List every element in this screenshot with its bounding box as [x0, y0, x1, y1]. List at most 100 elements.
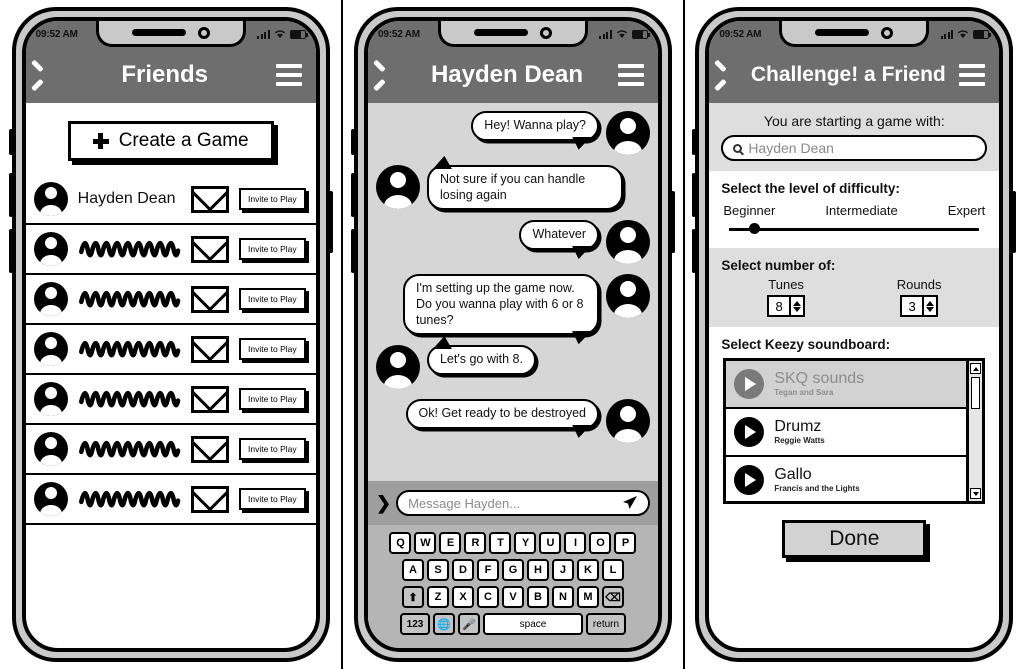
scroll-up-arrow-icon[interactable] — [970, 363, 982, 374]
key-z[interactable]: Z — [426, 586, 449, 608]
power-button[interactable] — [1012, 191, 1017, 253]
scrollbar-thumb[interactable] — [971, 377, 981, 409]
mute-switch[interactable] — [350, 129, 355, 155]
return-key[interactable]: return — [585, 613, 626, 635]
key-w[interactable]: W — [414, 532, 437, 554]
volume-down-button[interactable] — [350, 229, 355, 273]
key-e[interactable]: E — [439, 532, 462, 554]
stepper-arrows[interactable] — [922, 297, 936, 315]
friend-row[interactable]: Invite to Play — [25, 425, 316, 475]
key-i[interactable]: I — [564, 532, 587, 554]
friend-row[interactable]: Hayden Dean Invite to Play — [25, 175, 316, 225]
key-h[interactable]: H — [526, 559, 549, 581]
key-c[interactable]: C — [476, 586, 499, 608]
hamburger-menu-icon[interactable] — [617, 64, 644, 86]
invite-to-play-button[interactable]: Invite to Play — [238, 188, 306, 210]
stepper-control[interactable]: 3 — [900, 295, 939, 317]
create-game-button[interactable]: Create a Game — [67, 121, 274, 161]
envelope-icon[interactable] — [190, 385, 229, 413]
soundboard-scrollbar[interactable] — [966, 361, 983, 501]
soundboard-item[interactable]: Drumz Reggie Watts — [726, 409, 967, 457]
backspace-icon[interactable]: ⌫ — [601, 586, 624, 608]
invite-to-play-button[interactable]: Invite to Play — [238, 238, 306, 260]
envelope-icon[interactable] — [190, 235, 229, 263]
play-circle-icon[interactable] — [734, 417, 765, 447]
message-input[interactable]: Message Hayden... — [396, 490, 650, 516]
opponent-search-input[interactable]: Hayden Dean — [721, 135, 988, 161]
key-r[interactable]: R — [464, 532, 487, 554]
chevron-right-icon[interactable]: ❯ — [376, 494, 391, 512]
difficulty-slider[interactable] — [729, 220, 980, 238]
power-button[interactable] — [670, 191, 675, 253]
key-u[interactable]: U — [539, 532, 562, 554]
friend-row[interactable]: Invite to Play — [25, 225, 316, 275]
volume-down-button[interactable] — [692, 229, 697, 273]
play-circle-icon[interactable] — [734, 465, 765, 495]
friend-row[interactable]: Invite to Play — [25, 475, 316, 525]
key-b[interactable]: B — [526, 586, 549, 608]
friend-row[interactable]: Invite to Play — [25, 275, 316, 325]
power-button[interactable] — [328, 191, 333, 253]
arrow-down-icon[interactable] — [926, 306, 935, 312]
key-x[interactable]: X — [451, 586, 474, 608]
slider-thumb[interactable] — [749, 223, 761, 234]
stepper-arrows[interactable] — [789, 297, 803, 315]
arrow-down-icon[interactable] — [793, 306, 802, 312]
play-circle-icon[interactable] — [734, 369, 765, 399]
arrow-up-icon[interactable] — [926, 300, 935, 306]
numbers-key[interactable]: 123 — [399, 613, 430, 635]
mute-switch[interactable] — [8, 129, 13, 155]
key-o[interactable]: O — [589, 532, 612, 554]
difficulty-option-expert[interactable]: Expert — [948, 203, 986, 218]
key-q[interactable]: Q — [389, 532, 412, 554]
done-button[interactable]: Done — [782, 520, 927, 558]
friend-row[interactable]: Invite to Play — [25, 375, 316, 425]
key-l[interactable]: L — [601, 559, 624, 581]
stepper-control[interactable]: 8 — [767, 295, 806, 317]
arrow-up-icon[interactable] — [793, 300, 802, 306]
invite-to-play-button[interactable]: Invite to Play — [238, 288, 306, 310]
envelope-icon[interactable] — [190, 185, 229, 213]
scroll-down-arrow-icon[interactable] — [970, 488, 982, 499]
volume-down-button[interactable] — [8, 229, 13, 273]
soundboard-item[interactable]: Gallo Francis and the Lights — [726, 457, 966, 501]
key-t[interactable]: T — [489, 532, 512, 554]
key-m[interactable]: M — [576, 586, 599, 608]
hamburger-menu-icon[interactable] — [275, 64, 302, 86]
space-key[interactable]: space — [482, 613, 583, 635]
volume-up-button[interactable] — [8, 173, 13, 217]
key-g[interactable]: G — [501, 559, 524, 581]
invite-to-play-button[interactable]: Invite to Play — [238, 388, 306, 410]
key-f[interactable]: F — [476, 559, 499, 581]
back-button[interactable] — [40, 64, 54, 86]
mute-switch[interactable] — [692, 129, 697, 155]
invite-to-play-button[interactable]: Invite to Play — [238, 338, 306, 360]
invite-to-play-button[interactable]: Invite to Play — [238, 488, 306, 510]
envelope-icon[interactable] — [190, 485, 229, 513]
key-d[interactable]: D — [451, 559, 474, 581]
key-v[interactable]: V — [501, 586, 524, 608]
hamburger-menu-icon[interactable] — [959, 64, 986, 86]
invite-to-play-button[interactable]: Invite to Play — [238, 438, 306, 460]
back-button[interactable] — [723, 64, 737, 86]
key-p[interactable]: P — [614, 532, 637, 554]
envelope-icon[interactable] — [190, 285, 229, 313]
key-n[interactable]: N — [551, 586, 574, 608]
key-y[interactable]: Y — [514, 532, 537, 554]
key-s[interactable]: S — [426, 559, 449, 581]
globe-icon[interactable]: 🌐 — [432, 613, 455, 635]
volume-up-button[interactable] — [692, 173, 697, 217]
back-button[interactable] — [382, 64, 396, 86]
key-j[interactable]: J — [551, 559, 574, 581]
shift-arrow-up-icon[interactable]: ⬆ — [401, 586, 424, 608]
volume-up-button[interactable] — [350, 173, 355, 217]
microphone-icon[interactable]: 🎤 — [457, 613, 480, 635]
difficulty-option-intermediate[interactable]: Intermediate — [825, 203, 897, 218]
key-k[interactable]: K — [576, 559, 599, 581]
difficulty-option-beginner[interactable]: Beginner — [723, 203, 775, 218]
soundboard-item[interactable]: SKQ sounds Tegan and Sara — [726, 361, 967, 409]
envelope-icon[interactable] — [190, 435, 229, 463]
friend-row[interactable]: Invite to Play — [25, 325, 316, 375]
key-a[interactable]: A — [401, 559, 424, 581]
envelope-icon[interactable] — [190, 335, 229, 363]
